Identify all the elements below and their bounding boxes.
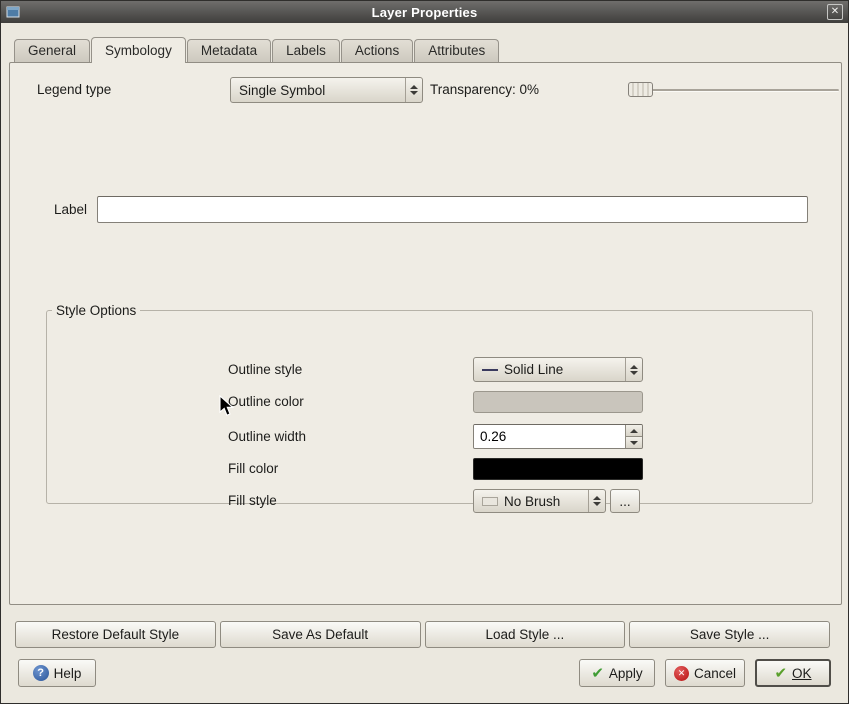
spin-down-button[interactable]	[626, 437, 642, 448]
legend-type-combobox[interactable]: Single Symbol	[230, 77, 423, 103]
help-button[interactable]: ? Help	[18, 659, 96, 687]
apply-label: Apply	[609, 666, 643, 681]
slider-trough[interactable]	[628, 89, 839, 92]
cancel-x-icon: ✕	[674, 666, 689, 681]
fill-style-browse-button[interactable]: ...	[610, 489, 640, 513]
label-input[interactable]	[97, 196, 808, 223]
tab-bar: General Symbology Metadata Labels Action…	[14, 37, 500, 63]
slider-handle[interactable]	[628, 82, 653, 97]
ok-button[interactable]: ✔ OK	[755, 659, 831, 687]
solid-line-icon	[482, 369, 498, 371]
style-buttons-row: Restore Default Style Save As Default Lo…	[15, 621, 830, 648]
outline-width-label: Outline width	[228, 424, 306, 449]
fill-style-label: Fill style	[228, 489, 277, 513]
ok-check-icon: ✔	[774, 666, 787, 681]
fill-style-combobox[interactable]: No Brush	[473, 489, 606, 513]
style-options-title: Style Options	[52, 303, 140, 318]
window-title: Layer Properties	[1, 5, 848, 20]
fill-style-value: No Brush	[474, 490, 588, 512]
outline-style-combobox[interactable]: Solid Line	[473, 357, 643, 382]
apply-button[interactable]: ✔ Apply	[579, 659, 655, 687]
tab-labels[interactable]: Labels	[272, 39, 340, 62]
no-brush-icon	[482, 497, 498, 506]
outline-style-label: Outline style	[228, 357, 302, 382]
legend-type-label: Legend type	[37, 77, 111, 103]
layer-properties-dialog: Layer Properties ✕ General Symbology Met…	[0, 0, 849, 704]
dialog-buttons-row: ? Help ✔ Apply ✕ Cancel ✔ OK	[18, 659, 831, 687]
load-style-button[interactable]: Load Style ...	[425, 621, 626, 648]
combo-arrows-icon	[588, 490, 605, 512]
outline-style-value: Solid Line	[474, 358, 625, 381]
save-style-button[interactable]: Save Style ...	[629, 621, 830, 648]
symbology-panel: Legend type Single Symbol Transparency: …	[9, 62, 842, 605]
transparency-label: Transparency: 0%	[430, 77, 539, 103]
label-label: Label	[54, 196, 87, 223]
apply-check-icon: ✔	[591, 666, 604, 681]
save-as-default-button[interactable]: Save As Default	[220, 621, 421, 648]
combo-arrows-icon	[625, 358, 642, 381]
legend-type-value: Single Symbol	[231, 78, 405, 102]
outline-width-spinbox[interactable]	[473, 424, 643, 449]
titlebar[interactable]: Layer Properties ✕	[1, 1, 848, 23]
transparency-slider[interactable]	[628, 79, 841, 101]
combo-arrows-icon	[405, 78, 422, 102]
outline-color-label: Outline color	[228, 391, 304, 413]
outline-width-input[interactable]	[474, 425, 625, 448]
window-icon	[6, 5, 20, 19]
tab-attributes[interactable]: Attributes	[414, 39, 499, 62]
tab-actions[interactable]: Actions	[341, 39, 413, 62]
close-button[interactable]: ✕	[827, 4, 843, 20]
cancel-label: Cancel	[694, 666, 736, 681]
fill-color-button[interactable]	[473, 458, 643, 480]
cancel-button[interactable]: ✕ Cancel	[665, 659, 745, 687]
fill-color-label: Fill color	[228, 458, 278, 480]
tab-metadata[interactable]: Metadata	[187, 39, 271, 62]
spin-buttons	[625, 425, 642, 448]
spin-up-button[interactable]	[626, 425, 642, 437]
help-icon: ?	[33, 665, 49, 681]
tab-general[interactable]: General	[14, 39, 90, 62]
ok-label: OK	[792, 666, 812, 681]
restore-default-style-button[interactable]: Restore Default Style	[15, 621, 216, 648]
help-label: Help	[54, 666, 82, 681]
tab-symbology[interactable]: Symbology	[91, 37, 186, 63]
style-options-group: Style Options Outline style Solid Line O…	[46, 303, 813, 504]
outline-color-button[interactable]	[473, 391, 643, 413]
